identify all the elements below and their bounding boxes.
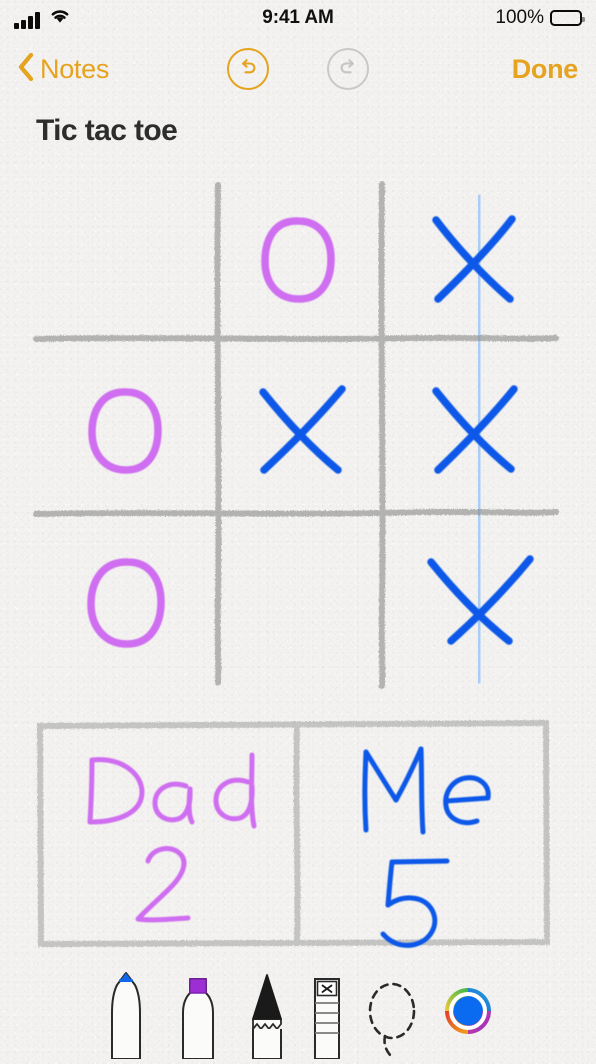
mark-o-group: [87, 217, 335, 648]
mark-o-r2c1: [88, 388, 162, 474]
drawing-tool-bar: [0, 972, 596, 1064]
redo-button[interactable]: [327, 48, 369, 90]
battery-percent-label: 100%: [495, 7, 544, 28]
scoreboard-boxes: [36, 719, 551, 948]
tic-tac-toe-grid: [33, 181, 559, 689]
back-to-notes-button[interactable]: Notes: [18, 52, 110, 86]
note-title: Tic tac toe: [36, 114, 178, 147]
undo-button[interactable]: [227, 48, 269, 90]
navigation-bar: Notes Done: [0, 40, 596, 98]
undo-arrow-icon: [236, 55, 260, 84]
handwriting-canvas[interactable]: [0, 0, 596, 1064]
eraser-tool[interactable]: [307, 967, 347, 1064]
mark-x-group: [259, 215, 534, 645]
color-picker[interactable]: [437, 967, 499, 1064]
done-button[interactable]: Done: [512, 54, 579, 85]
mark-o-r3c1: [87, 558, 165, 648]
mark-x-r2c3: [432, 385, 518, 474]
mark-x-r3c3: [427, 555, 534, 645]
winning-line-highlight: [473, 194, 486, 684]
back-button-label: Notes: [40, 53, 110, 84]
battery-full-icon: [550, 10, 585, 26]
mark-o-r1c2: [261, 217, 335, 303]
status-bar: 9:41 AM 100%: [0, 0, 596, 36]
status-bar-right: 100%: [495, 7, 585, 29]
pen-tool[interactable]: [97, 967, 155, 1064]
chevron-left-icon: [18, 52, 34, 86]
score-me: [362, 746, 491, 948]
highlighter-tool[interactable]: [169, 967, 227, 1064]
paper-texture-background: [0, 0, 596, 1064]
mark-x-r1c3: [432, 215, 516, 303]
lasso-tool[interactable]: [361, 967, 423, 1064]
mark-x-r2c2: [259, 385, 346, 474]
score-dad: [87, 752, 257, 923]
redo-arrow-icon: [336, 55, 360, 84]
pencil-tool[interactable]: [241, 967, 293, 1064]
